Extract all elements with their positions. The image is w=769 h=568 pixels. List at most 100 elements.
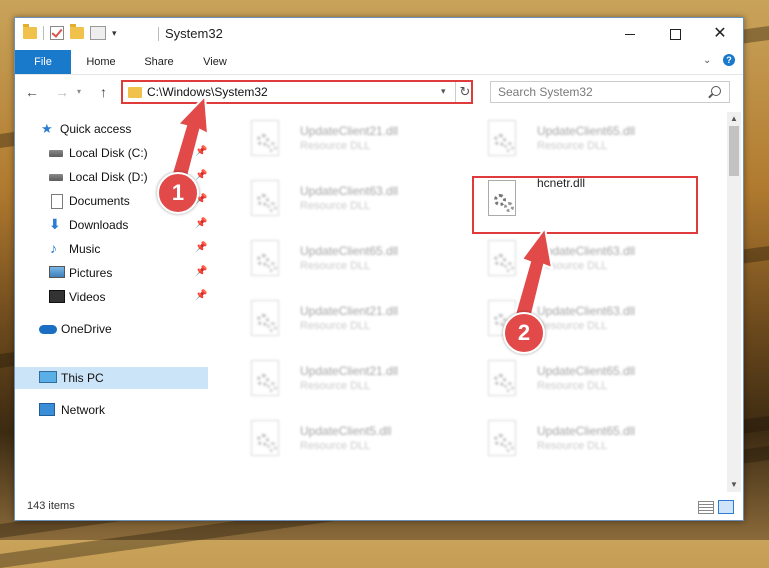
file-explorer-window: ▾ System32 ✕ File Home Share View ⌄ ? ← … — [14, 17, 744, 521]
dll-file-icon — [247, 300, 283, 344]
sidebar-item-pictures[interactable]: Pictures 📌 — [15, 262, 208, 284]
file-list: UpdateClient21.dll Resource DLL UpdateCl… — [221, 112, 727, 492]
sidebar-item-local-disk-c[interactable]: Local Disk (C:) 📌 — [15, 142, 208, 164]
file-type: Resource DLL — [300, 260, 371, 272]
maximize-button[interactable] — [652, 18, 698, 50]
dll-file-icon — [247, 180, 283, 224]
file-name: UpdateClient21.dll — [300, 124, 399, 138]
title-divider — [158, 27, 159, 41]
step-2-callout: 2 — [503, 312, 545, 354]
file-item[interactable]: UpdateClient63.dll Resource DLL — [237, 176, 467, 228]
close-button[interactable]: ✕ — [697, 18, 743, 50]
sidebar-item-label: Quick access — [60, 122, 132, 136]
new-folder-icon[interactable] — [70, 24, 84, 39]
pin-icon[interactable]: 📌 — [195, 290, 207, 301]
scroll-up-icon[interactable]: ▲ — [730, 114, 738, 123]
expand-ribbon-icon[interactable]: ⌄ — [703, 55, 711, 66]
file-item[interactable]: UpdateClient63.dll Resource DLL — [474, 236, 704, 288]
file-name: UpdateClient65.dll — [300, 244, 399, 258]
file-item[interactable]: UpdateClient65.dll Resource DLL — [474, 416, 704, 468]
dll-file-icon — [484, 240, 520, 284]
pin-icon[interactable]: 📌 — [195, 242, 207, 253]
pin-icon[interactable]: 📌 — [195, 266, 207, 277]
large-icons-view-icon[interactable] — [718, 500, 734, 514]
refresh-icon[interactable]: ↻ — [455, 82, 474, 102]
sidebar-item-downloads[interactable]: ⬇ Downloads 📌 — [15, 214, 208, 236]
toolbar-divider — [43, 26, 44, 40]
file-type: Resource DLL — [300, 320, 371, 332]
step-1-callout: 1 — [157, 172, 199, 214]
file-type: Resource DLL — [537, 380, 608, 392]
sidebar-item-videos[interactable]: Videos 📌 — [15, 286, 208, 308]
dll-file-icon — [247, 420, 283, 464]
file-name: UpdateClient63.dll — [537, 304, 636, 318]
address-bar[interactable]: C:\Windows\System32 ▾ ↻ — [121, 80, 473, 104]
item-count: 143 items — [27, 500, 75, 512]
sidebar-item-label: This PC — [61, 371, 104, 385]
chevron-down-icon[interactable]: ▾ — [112, 28, 117, 39]
music-note-icon: ♪ — [50, 240, 57, 256]
pin-icon[interactable]: 📌 — [195, 170, 207, 181]
sidebar-item-this-pc[interactable]: This PC — [15, 367, 208, 389]
tab-home[interactable]: Home — [81, 50, 121, 74]
dll-file-icon — [247, 240, 283, 284]
file-item[interactable]: UpdateClient21.dll Resource DLL — [237, 356, 467, 408]
scroll-thumb[interactable] — [729, 126, 739, 176]
file-name: UpdateClient5.dll — [300, 424, 392, 438]
ribbon-tabs: File Home Share View ⌄ ? — [15, 50, 743, 75]
sidebar-item-label: Pictures — [69, 266, 113, 280]
details-view-icon[interactable] — [698, 501, 714, 514]
address-path[interactable]: C:\Windows\System32 — [147, 85, 268, 99]
folder-icon — [128, 87, 142, 98]
chevron-down-icon[interactable]: ▾ — [441, 86, 446, 97]
sidebar-item-quick-access[interactable]: ★ Quick access — [15, 118, 208, 140]
file-item[interactable]: UpdateClient21.dll Resource DLL — [237, 296, 467, 348]
minimize-button[interactable] — [607, 18, 653, 50]
file-name: UpdateClient63.dll — [300, 184, 399, 198]
tab-view[interactable]: View — [197, 50, 233, 74]
sidebar-item-label: Local Disk (C:) — [69, 146, 148, 160]
folder-icon[interactable] — [23, 24, 37, 39]
navigation-pane: ★ Quick access Local Disk (C:) 📌 Local D… — [15, 112, 208, 492]
file-item[interactable]: UpdateClient65.dll Resource DLL — [237, 236, 467, 288]
sidebar-item-label: OneDrive — [61, 322, 112, 336]
file-name: UpdateClient21.dll — [300, 364, 399, 378]
file-type: Resource DLL — [300, 200, 371, 212]
pin-icon[interactable]: 📌 — [195, 218, 207, 229]
file-item[interactable]: UpdateClient5.dll Resource DLL — [237, 416, 467, 468]
pin-icon[interactable]: 📌 — [195, 146, 207, 157]
scroll-down-icon[interactable]: ▼ — [730, 480, 738, 489]
network-icon — [39, 403, 55, 416]
customize-view-icon[interactable] — [90, 26, 106, 40]
file-type: Resource DLL — [537, 440, 608, 452]
quick-access-toolbar: ▾ — [23, 24, 117, 40]
file-item[interactable]: UpdateClient65.dll Resource DLL — [474, 356, 704, 408]
help-icon[interactable]: ? — [723, 54, 735, 66]
file-item[interactable]: UpdateClient65.dll Resource DLL — [474, 116, 704, 168]
back-arrow-icon[interactable]: ← — [25, 84, 39, 100]
search-placeholder: Search System32 — [498, 85, 593, 99]
tab-file[interactable]: File — [15, 50, 71, 74]
search-input[interactable]: Search System32 — [490, 81, 730, 103]
dll-file-icon — [247, 120, 283, 164]
search-icon[interactable] — [711, 86, 721, 96]
tab-share[interactable]: Share — [141, 50, 177, 74]
forward-arrow-icon[interactable]: → — [55, 84, 69, 100]
file-name: UpdateClient65.dll — [537, 364, 636, 378]
sidebar-item-network[interactable]: Network — [15, 399, 208, 421]
dll-file-icon — [247, 360, 283, 404]
file-name: UpdateClient63.dll — [537, 244, 636, 258]
vertical-scrollbar[interactable]: ▲ ▼ — [727, 112, 741, 492]
properties-check-icon[interactable] — [50, 26, 64, 40]
dll-file-icon — [484, 120, 520, 164]
hcnetr-highlight-box — [472, 176, 698, 234]
sidebar-item-music[interactable]: ♪ Music 📌 — [15, 238, 208, 260]
recent-locations-chevron-icon[interactable]: ▾ — [77, 87, 81, 96]
sidebar-item-onedrive[interactable]: OneDrive — [15, 318, 208, 340]
close-icon: ✕ — [713, 25, 727, 42]
file-item[interactable]: UpdateClient21.dll Resource DLL — [237, 116, 467, 168]
up-arrow-icon[interactable]: ↑ — [100, 84, 107, 100]
documents-icon — [51, 194, 63, 209]
file-name: UpdateClient21.dll — [300, 304, 399, 318]
file-type: Resource DLL — [537, 260, 608, 272]
